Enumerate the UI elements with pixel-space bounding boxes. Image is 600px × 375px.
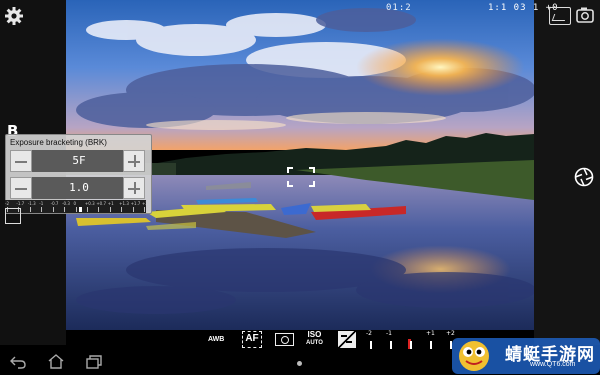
exposure-scale-tick <box>410 341 412 349</box>
white-balance-button[interactable]: AWB <box>208 336 224 343</box>
bracketing-scale-label: 0 <box>73 201 77 206</box>
exposure-scale-label: +1 <box>426 330 435 337</box>
shots-counter: 01:2 <box>386 3 412 13</box>
iso-button[interactable]: ISO AUTO <box>306 330 323 348</box>
step-value: 1.0 <box>32 177 126 199</box>
frames-decrease-button[interactable] <box>10 150 32 172</box>
frame-outline-icon[interactable] <box>5 208 21 224</box>
exposure-scale[interactable]: -2 -1 +1 +2 <box>362 330 462 350</box>
bracketing-scale-marker <box>79 207 82 212</box>
exposure-compensation-icon-slash <box>338 331 356 348</box>
nav-indicator-dot <box>297 361 302 366</box>
metering-icon[interactable] <box>275 333 294 346</box>
exposure-scale-tick <box>370 341 372 349</box>
bracketing-scale-label: +1.7 <box>130 201 141 206</box>
bracketing-scale-label: +1 <box>107 201 114 206</box>
bracketing-scale-label: -0.7 <box>50 201 59 206</box>
bracketing-scale-tick <box>52 207 54 212</box>
shutter-icon[interactable] <box>574 167 594 187</box>
watermark-url: www.QT6.com <box>530 361 576 368</box>
recent-apps-icon[interactable] <box>86 355 102 369</box>
bracketing-scale-label: -1 <box>39 201 44 206</box>
bracketing-scale-label: +2 <box>142 201 148 206</box>
exposure-scale-label: -2 <box>366 330 372 337</box>
frames-value: 5F <box>32 150 126 172</box>
iso-label: ISO <box>307 330 322 339</box>
step-decrease-button[interactable] <box>10 177 32 199</box>
bracketing-scale-tick <box>29 207 31 212</box>
bracketing-scale-tick <box>64 207 66 212</box>
bracketing-scale-tick <box>41 207 43 212</box>
bracketing-scale-tick <box>144 207 145 212</box>
bracketing-scale-label: +0.7 <box>96 201 107 206</box>
bracketing-scale-label: +1.3 <box>119 201 129 206</box>
bracketing-scale-label: -1.7 <box>16 201 25 206</box>
bracketing-scale-tick <box>75 207 77 212</box>
camera-settings-icon[interactable] <box>575 5 595 25</box>
exposure-scale-label: -1 <box>386 330 392 337</box>
exposure-scale-tick <box>430 341 432 349</box>
iso-auto-label: AUTO <box>306 340 323 346</box>
bracketing-scale-tick <box>98 207 100 212</box>
focus-area[interactable] <box>287 167 315 187</box>
frames-increase-button[interactable] <box>123 150 145 172</box>
bracketing-scale-label: -1.3 <box>27 201 36 206</box>
step-increase-button[interactable] <box>123 177 145 199</box>
bracketing-scale-tick <box>109 207 111 212</box>
bracketing-scale-tick <box>121 207 123 212</box>
bracketing-scale-label: -2 <box>5 201 9 206</box>
home-icon[interactable] <box>48 354 64 369</box>
bracketing-scale-labels: -2 -1.7 -1.3 -1 -0.7 -0.3 0 +0.3 +0.7 +1 +1.3 +1.7 +… <box>5 200 148 207</box>
bracketing-scale-tick <box>86 207 88 212</box>
bracketing-scale: -2 -1.7 -1.3 -1 -0.7 -0.3 0 +0.3 +0.7 +1 +1.3 +1.7 +… <box>5 200 148 213</box>
back-icon[interactable] <box>10 355 26 369</box>
gallery-icon[interactable] <box>549 7 571 25</box>
panel-title: Exposure bracketing (BRK) <box>10 138 107 147</box>
gear-icon[interactable] <box>4 6 24 26</box>
camera-app: 01:2 1:1 03 1 +0 B Exposure bracketing (… <box>0 0 600 375</box>
bracketing-scale-label: +0.3 <box>84 201 95 206</box>
autofocus-button[interactable]: AF <box>242 331 262 348</box>
bracketing-scale-tick <box>132 207 134 212</box>
bracketing-scale-label: -0.3 <box>62 201 70 206</box>
exposure-scale-tick <box>390 341 392 349</box>
